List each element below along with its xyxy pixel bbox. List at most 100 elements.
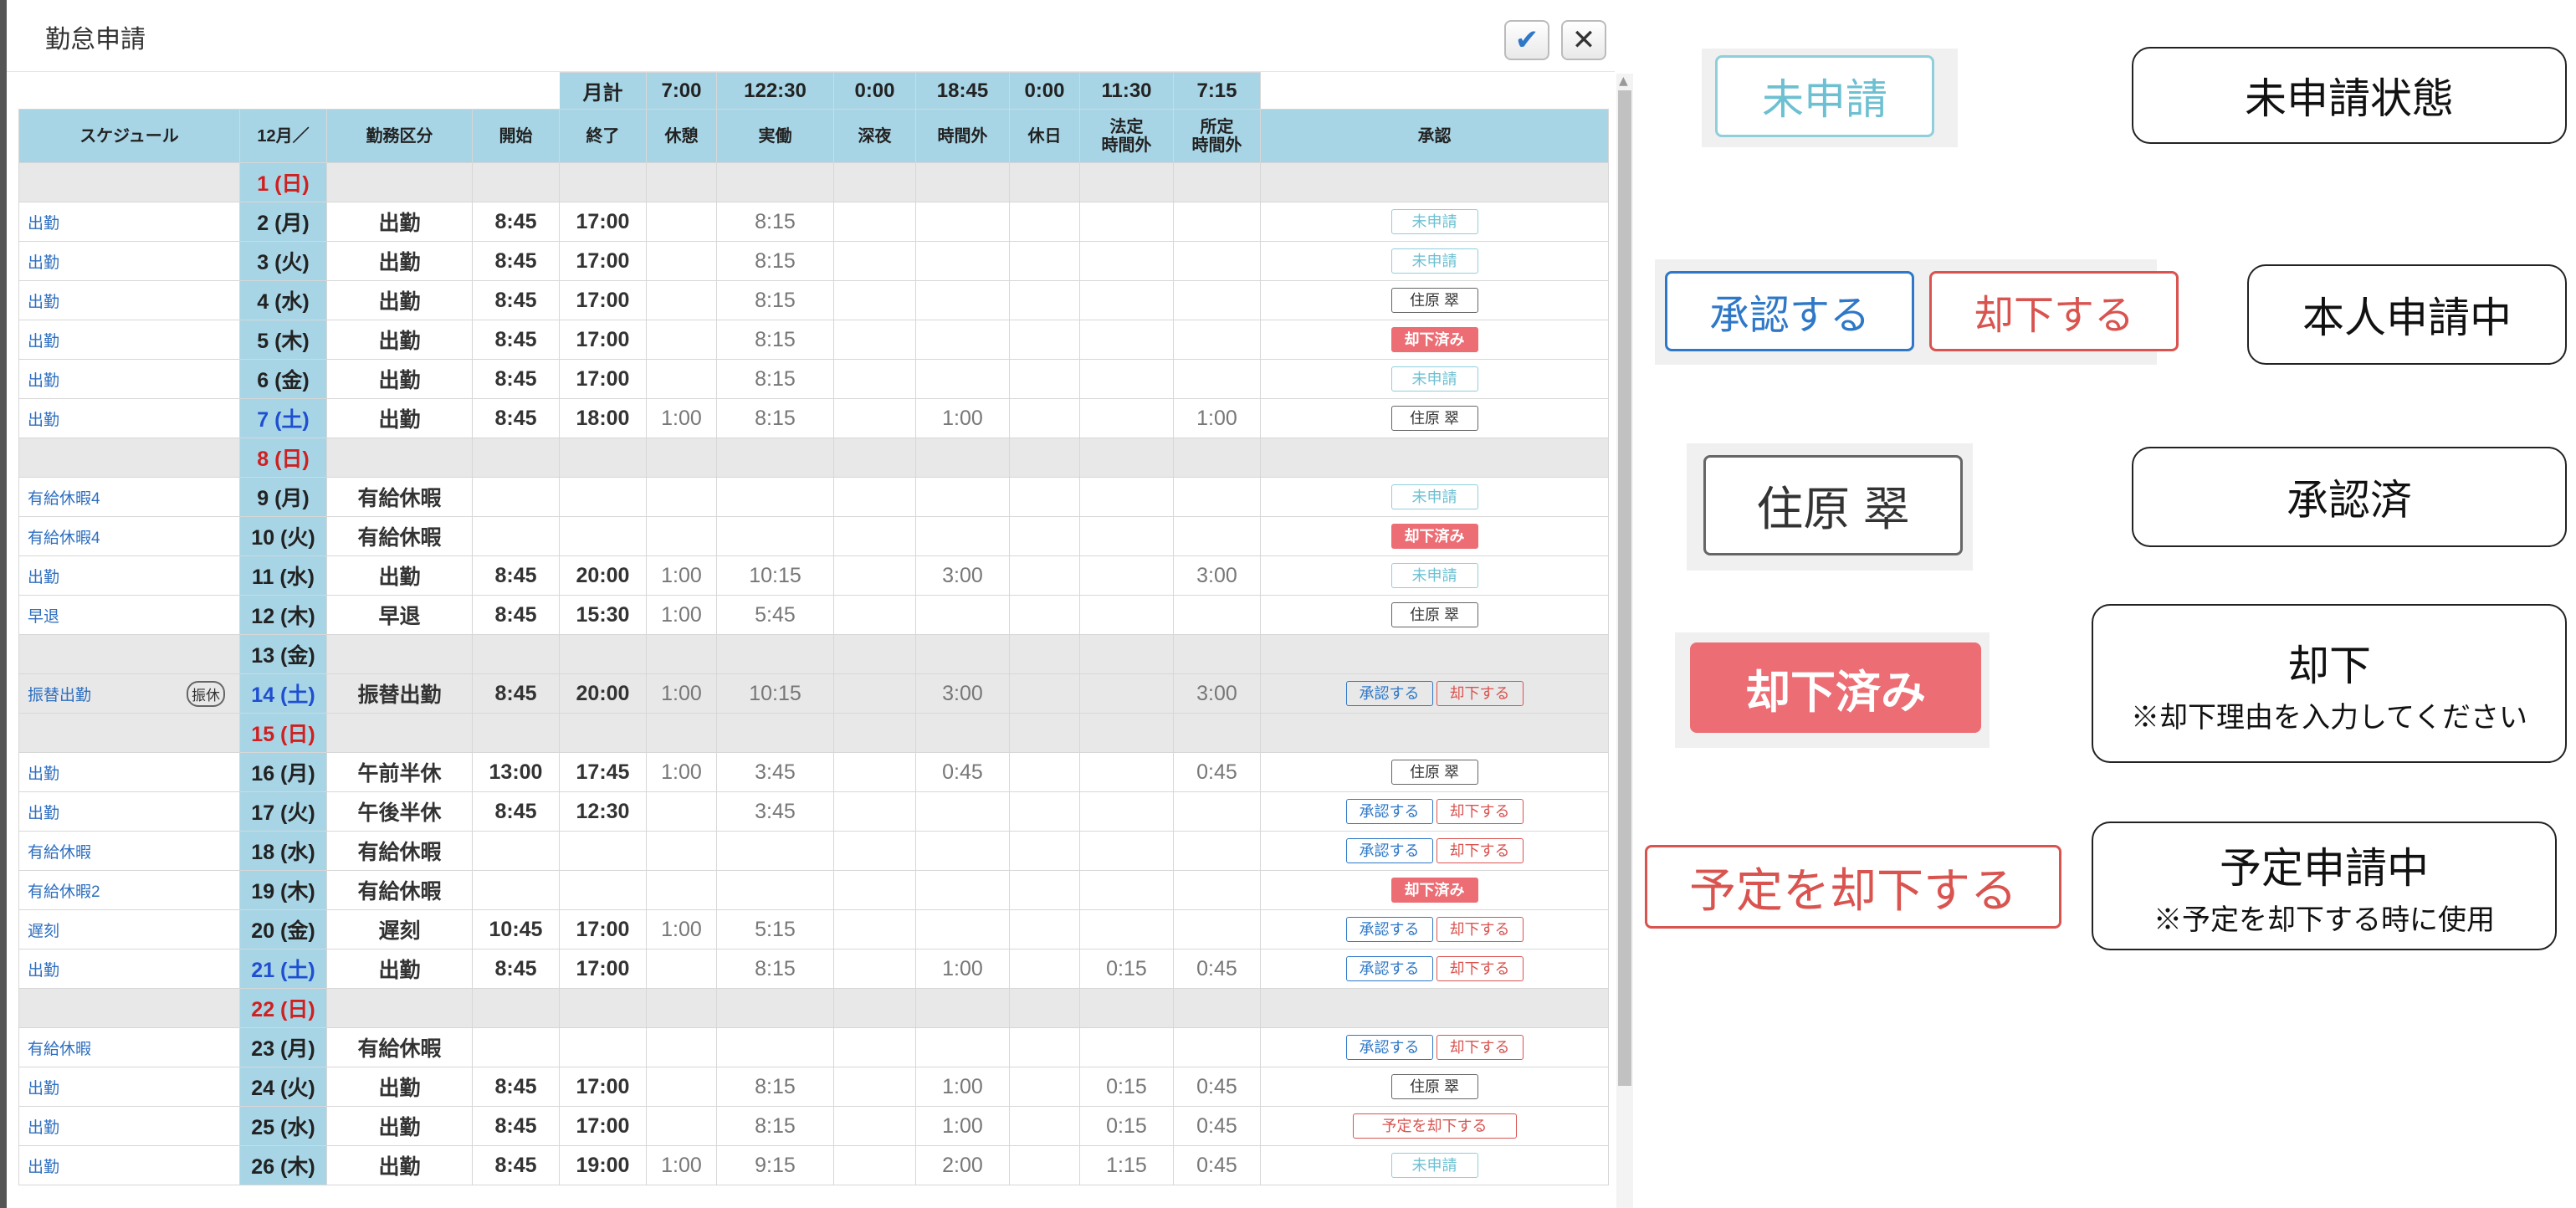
schedule-cell[interactable]: [18, 713, 240, 753]
sched-ot-cell: 3:00: [1173, 673, 1261, 714]
schedule-cell[interactable]: 有給休暇4: [18, 477, 240, 517]
schedule-cell[interactable]: 早退: [18, 595, 240, 635]
schedule-cell[interactable]: 有給休暇4: [18, 516, 240, 556]
end-cell: [559, 634, 647, 674]
start-cell: [472, 516, 560, 556]
rejected-badge[interactable]: 却下済み: [1390, 327, 1478, 353]
unapplied-badge[interactable]: 未申請: [1390, 248, 1478, 274]
approver-badge[interactable]: 住原 翠: [1390, 1074, 1478, 1100]
schedule-cell[interactable]: 出勤: [18, 280, 240, 320]
close-button[interactable]: ✕: [1561, 20, 1606, 60]
schedule-cell[interactable]: [18, 162, 240, 202]
night-cell: [833, 359, 916, 399]
day-cell: 5 (木): [239, 320, 327, 360]
schedule-cell[interactable]: 出勤: [18, 1106, 240, 1146]
reject-button[interactable]: 却下する: [1436, 838, 1524, 864]
table-row: 有給休暇 18 (水) 有給休暇 承認する 却下する: [18, 831, 1609, 871]
schedule-text[interactable]: 振替出勤: [28, 687, 91, 704]
start-cell: 8:45: [472, 241, 560, 281]
rest-cell: [646, 359, 717, 399]
legal-ot-cell: [1079, 280, 1174, 320]
start-cell: 8:45: [472, 1106, 560, 1146]
overtime-cell: [915, 634, 1010, 674]
reject-plan-button[interactable]: 予定を却下する: [1352, 1113, 1517, 1139]
col-sched-ot-line1: 所定: [1200, 117, 1234, 136]
rejected-badge[interactable]: 却下済み: [1390, 878, 1478, 903]
schedule-cell[interactable]: 出勤: [18, 202, 240, 242]
col-kubun: 勤務区分: [326, 109, 473, 163]
schedule-cell[interactable]: 出勤: [18, 752, 240, 792]
actual-cell: [716, 438, 834, 478]
unapplied-badge[interactable]: 未申請: [1390, 366, 1478, 392]
approve-button[interactable]: 承認する: [1345, 681, 1433, 707]
overtime-cell: 1:00: [915, 1106, 1010, 1146]
scroll-up-icon[interactable]: ▲: [1619, 74, 1628, 88]
end-cell: 17:00: [559, 909, 647, 950]
holiday-cell: [1009, 241, 1080, 281]
table-row: 出勤 5 (木) 出勤 8:45 17:00 8:15 却下済み: [18, 320, 1609, 360]
rest-cell: [646, 438, 717, 478]
actual-cell: 8:15: [716, 320, 834, 360]
approve-button[interactable]: 承認する: [1345, 956, 1433, 982]
schedule-cell[interactable]: 出勤: [18, 320, 240, 360]
schedule-cell[interactable]: 有給休暇: [18, 831, 240, 871]
rest-cell: [646, 713, 717, 753]
holiday-cell: [1009, 909, 1080, 950]
unapplied-badge[interactable]: 未申請: [1390, 563, 1478, 589]
table-row: 有給休暇4 9 (月) 有給休暇 未申請: [18, 477, 1609, 517]
sched-ot-cell: 0:45: [1173, 1106, 1261, 1146]
rest-cell: [646, 1027, 717, 1067]
schedule-cell[interactable]: [18, 988, 240, 1028]
totals-label: 月計: [559, 72, 647, 110]
rejected-badge[interactable]: 却下済み: [1390, 524, 1478, 550]
day-cell: 9 (月): [239, 477, 327, 517]
reject-button[interactable]: 却下する: [1436, 956, 1524, 982]
day-cell: 1 (日): [239, 162, 327, 202]
scrollbar-thumb[interactable]: [1618, 90, 1631, 1086]
schedule-cell[interactable]: [18, 634, 240, 674]
approve-button[interactable]: 承認する: [1345, 1035, 1433, 1061]
approver-badge[interactable]: 住原 翠: [1390, 406, 1478, 432]
unapplied-badge[interactable]: 未申請: [1390, 209, 1478, 235]
approve-button[interactable]: 承認する: [1345, 917, 1433, 943]
legal-ot-cell: [1079, 555, 1174, 596]
schedule-cell[interactable]: 出勤: [18, 555, 240, 596]
table-row: 有給休暇4 10 (火) 有給休暇 却下済み: [18, 516, 1609, 556]
end-cell: 17:00: [559, 949, 647, 989]
reject-button[interactable]: 却下する: [1436, 681, 1524, 707]
schedule-cell[interactable]: 出勤: [18, 791, 240, 832]
schedule-cell[interactable]: 出勤: [18, 241, 240, 281]
schedule-cell[interactable]: 出勤: [18, 359, 240, 399]
night-cell: [833, 516, 916, 556]
schedule-cell[interactable]: 出勤: [18, 1067, 240, 1107]
end-cell: 17:00: [559, 1067, 647, 1107]
unapplied-badge[interactable]: 未申請: [1390, 1153, 1478, 1179]
overtime-cell: 1:00: [915, 398, 1010, 438]
schedule-cell[interactable]: 有給休暇2: [18, 870, 240, 910]
schedule-cell[interactable]: 有給休暇: [18, 1027, 240, 1067]
schedule-cell[interactable]: 出勤: [18, 949, 240, 989]
actual-cell: [716, 162, 834, 202]
start-cell: [472, 713, 560, 753]
confirm-button[interactable]: ✔: [1504, 20, 1549, 60]
approve-button[interactable]: 承認する: [1345, 799, 1433, 825]
reject-button[interactable]: 却下する: [1436, 799, 1524, 825]
end-cell: [559, 477, 647, 517]
schedule-cell[interactable]: 出勤: [18, 398, 240, 438]
schedule-cell[interactable]: [18, 438, 240, 478]
approver-badge[interactable]: 住原 翠: [1390, 288, 1478, 314]
reject-button[interactable]: 却下する: [1436, 917, 1524, 943]
approver-badge[interactable]: 住原 翠: [1390, 760, 1478, 786]
table-row: 出勤 3 (火) 出勤 8:45 17:00 8:15 未申請: [18, 241, 1609, 281]
schedule-cell[interactable]: 振替出勤 振休: [18, 673, 240, 714]
legend-box-applying: 本人申請中: [2247, 264, 2567, 365]
approve-button[interactable]: 承認する: [1345, 838, 1433, 864]
schedule-cell[interactable]: 遅刻: [18, 909, 240, 950]
unapplied-badge[interactable]: 未申請: [1390, 484, 1478, 510]
schedule-cell[interactable]: 出勤: [18, 1145, 240, 1185]
reject-button[interactable]: 却下する: [1436, 1035, 1524, 1061]
night-cell: [833, 909, 916, 950]
actual-cell: 8:15: [716, 202, 834, 242]
table-row: 22 (日): [18, 988, 1609, 1028]
approver-badge[interactable]: 住原 翠: [1390, 602, 1478, 628]
